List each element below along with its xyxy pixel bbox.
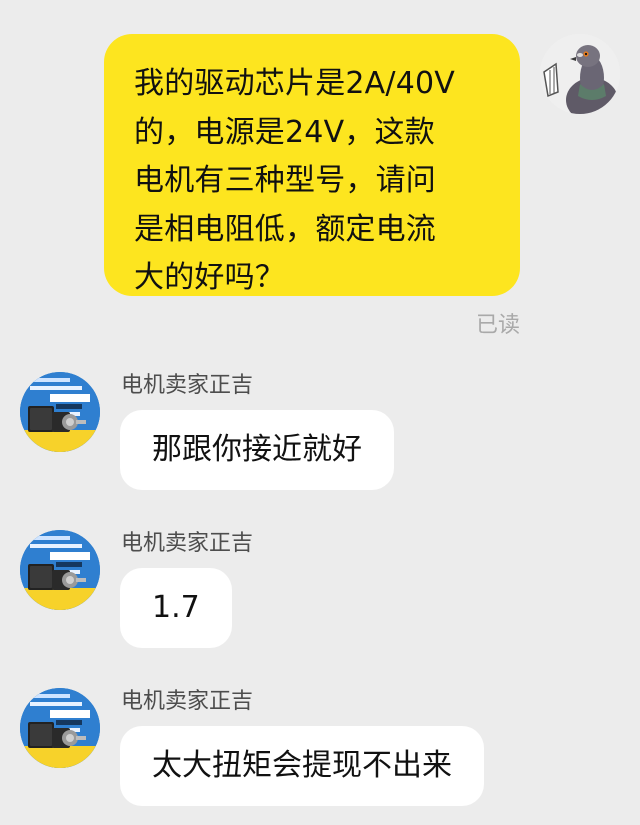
seller-avatar-icon[interactable] [20, 372, 100, 452]
read-status: 已读 [475, 313, 520, 338]
stepper-motor-icon [20, 688, 100, 768]
outgoing-message-line: 的，电源是24V，这款 [134, 114, 435, 150]
outgoing-message-line: 大的好吗？ [134, 260, 285, 295]
pigeon-icon [540, 34, 620, 114]
sender-name: 电机卖家正吉 [121, 531, 254, 556]
stepper-motor-icon [20, 530, 100, 610]
outgoing-message-line: 电机有三种型号，请问 [134, 163, 436, 198]
outgoing-message-bubble[interactable]: 我的驱动芯片是2A/40V 的，电源是24V，这款 电机有三种型号，请问 是相电… [104, 34, 520, 296]
my-avatar-pigeon-icon[interactable] [540, 34, 620, 114]
seller-avatar-icon[interactable] [20, 530, 100, 610]
chat-window: 我的驱动芯片是2A/40V 的，电源是24V，这款 电机有三种型号，请问 是相电… [0, 0, 640, 825]
incoming-message-bubble[interactable]: 1.7 [120, 568, 232, 648]
incoming-message-bubble[interactable]: 太大扭矩会提现不出来 [120, 726, 484, 806]
sender-name: 电机卖家正吉 [121, 373, 254, 398]
incoming-message-bubble[interactable]: 那跟你接近就好 [120, 410, 394, 490]
outgoing-message-line: 我的驱动芯片是2A/40V [134, 66, 456, 101]
stepper-motor-icon [20, 372, 100, 452]
sender-name: 电机卖家正吉 [121, 689, 254, 714]
outgoing-message-line: 是相电阻低，额定电流 [134, 211, 436, 247]
seller-avatar-icon[interactable] [20, 688, 100, 768]
